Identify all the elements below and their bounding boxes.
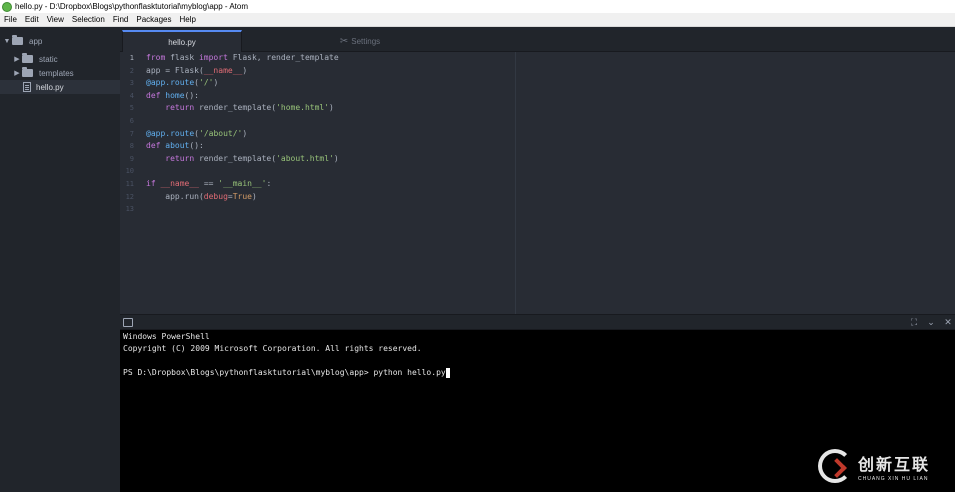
code-line: app.run(debug=True) bbox=[146, 191, 257, 201]
terminal-line: Copyright (C) 2009 Microsoft Corporation… bbox=[123, 344, 422, 353]
chevron-right-icon: ▶ bbox=[14, 56, 20, 63]
line-number: 5 bbox=[129, 104, 134, 113]
code-line: from flask import Flask, render_template bbox=[146, 53, 339, 62]
terminal-prompt: PS D:\Dropbox\Blogs\pythonflasktutorial\… bbox=[123, 368, 446, 377]
terminal-cursor bbox=[445, 367, 450, 378]
tree-item-label: templates bbox=[39, 68, 74, 78]
window-titlebar: hello.py - D:\Dropbox\Blogs\pythonflaskt… bbox=[0, 0, 955, 13]
atom-app-icon bbox=[2, 1, 12, 12]
line-number: 8 bbox=[129, 142, 134, 151]
tree-view: ▼ app ▶ static ▶ templates hello.py bbox=[0, 27, 120, 492]
code-line: app = Flask(__name__) bbox=[146, 65, 248, 75]
tab-bar: hello.py ✂ Settings bbox=[120, 27, 955, 52]
tree-root-app[interactable]: ▼ app bbox=[0, 34, 120, 48]
code-line: def home(): bbox=[146, 90, 199, 100]
line-number: 6 bbox=[129, 117, 134, 125]
tree-item-label: hello.py bbox=[36, 82, 64, 92]
tree-item-hello-py[interactable]: hello.py bbox=[0, 80, 120, 94]
line-number: 7 bbox=[129, 129, 134, 138]
line-number: 1 bbox=[129, 54, 134, 62]
tab-hello-py[interactable]: hello.py bbox=[122, 30, 242, 52]
watermark-logo: 创新互联 CHUANG XIN HU LIAN bbox=[818, 446, 950, 486]
menu-find[interactable]: Find bbox=[109, 15, 133, 24]
watermark-text: 创新互联 CHUANG XIN HU LIAN bbox=[858, 451, 930, 482]
line-number: 3 bbox=[129, 79, 134, 88]
menu-edit[interactable]: Edit bbox=[21, 15, 43, 24]
code-line: if __name__ == '__main__': bbox=[146, 179, 272, 188]
code-line: @app.route('/about/') bbox=[146, 128, 248, 138]
collapse-icon[interactable]: ⌄ bbox=[926, 318, 936, 327]
menu-help[interactable]: Help bbox=[176, 15, 200, 24]
terminal-prompt-line: PS D:\Dropbox\Blogs\pythonflasktutorial\… bbox=[123, 367, 450, 379]
maximize-icon[interactable]: ⛶ bbox=[909, 318, 919, 327]
code-line: def about(): bbox=[146, 141, 204, 151]
brand-logo-icon bbox=[818, 449, 852, 483]
window-title: hello.py - D:\Dropbox\Blogs\pythonflaskt… bbox=[15, 2, 249, 11]
terminal-toolbar: ⛶ ⌄ ✕ bbox=[120, 314, 955, 330]
line-number: 10 bbox=[125, 167, 134, 176]
line-number: 13 bbox=[125, 205, 134, 214]
tab-label: Settings bbox=[351, 36, 381, 46]
line-number: 4 bbox=[129, 91, 134, 100]
folder-icon bbox=[22, 53, 33, 63]
watermark-sub: CHUANG XIN HU LIAN bbox=[858, 475, 929, 482]
close-icon[interactable]: ✕ bbox=[943, 318, 953, 327]
code-line: return render_template('about.html') bbox=[165, 153, 339, 163]
tree-item-label: static bbox=[39, 54, 58, 64]
menu-file[interactable]: File bbox=[0, 15, 21, 24]
menu-packages[interactable]: Packages bbox=[132, 15, 175, 24]
tab-settings[interactable]: ✂ Settings bbox=[320, 30, 400, 52]
chevron-right-icon: ▶ bbox=[14, 70, 20, 77]
file-text-icon bbox=[23, 82, 31, 92]
code-editor[interactable]: 1 2 3 4 5 6 7 8 9 10 11 12 13 from flask… bbox=[120, 52, 955, 314]
line-number: 11 bbox=[125, 180, 134, 188]
chevron-down-icon: ▼ bbox=[3, 37, 11, 45]
wrench-icon: ✂ bbox=[339, 35, 349, 47]
line-number: 12 bbox=[125, 192, 134, 201]
tab-label: hello.py bbox=[168, 37, 196, 47]
watermark-main: 创新互联 bbox=[858, 454, 931, 474]
folder-icon bbox=[22, 67, 33, 77]
terminal-line: Windows PowerShell bbox=[123, 332, 210, 341]
tree-item-templates[interactable]: ▶ templates bbox=[0, 66, 120, 80]
menu-selection[interactable]: Selection bbox=[68, 15, 109, 24]
code-line: return render_template('home.html') bbox=[165, 103, 334, 113]
line-number: 9 bbox=[129, 154, 134, 163]
keyboard-icon[interactable] bbox=[123, 318, 133, 327]
tree-root-label: app bbox=[29, 36, 43, 46]
menu-bar: File Edit View Selection Find Packages H… bbox=[0, 13, 955, 27]
tree-item-static[interactable]: ▶ static bbox=[0, 52, 120, 66]
menu-view[interactable]: View bbox=[43, 15, 68, 24]
code-line: @app.route('/') bbox=[146, 78, 219, 88]
line-number-gutter: 1 2 3 4 5 6 7 8 9 10 11 12 13 bbox=[120, 52, 140, 314]
wrap-guide bbox=[515, 52, 516, 314]
folder-icon bbox=[12, 35, 23, 45]
line-number: 2 bbox=[129, 66, 134, 75]
